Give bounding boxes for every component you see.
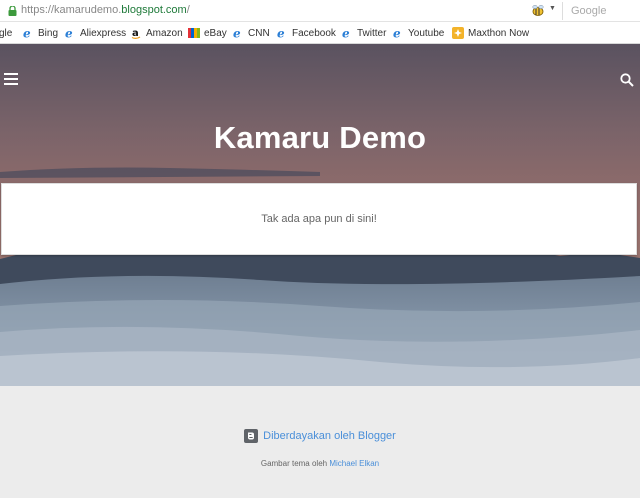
bookmark-aliexpress[interactable]: e Aliexpress	[64, 26, 126, 40]
ie-icon: e	[276, 27, 288, 39]
bookmark-youtube[interactable]: e Youtube	[392, 26, 444, 40]
url-host: blogspot.com	[121, 4, 187, 16]
svg-text:e: e	[65, 27, 73, 39]
bookmark-twitter[interactable]: e Twitter	[341, 26, 386, 40]
url-suffix: /	[186, 4, 190, 16]
bookmark-ebay[interactable]: eBay	[188, 26, 227, 40]
bookmark-label: CNN	[248, 27, 270, 39]
search-engine-box[interactable]: Google	[562, 2, 640, 20]
bookmark-label: Bing	[38, 27, 59, 39]
svg-text:e: e	[233, 27, 241, 39]
maxthon-icon	[452, 27, 464, 39]
chevron-down-icon[interactable]: ▼	[549, 5, 556, 12]
bee-extension-icon[interactable]	[531, 4, 545, 17]
bookmark-amazon[interactable]: a Amazon	[130, 26, 183, 40]
bookmark-label: eBay	[204, 27, 227, 39]
svg-text:e: e	[393, 27, 401, 39]
menu-icon[interactable]	[4, 73, 18, 85]
ie-icon: e	[22, 27, 34, 39]
bookmarks-bar: gle e Bing e Aliexpress a Amazon eBay e …	[0, 22, 640, 44]
theme-credit: Gambar tema oleh Michael Elkan	[0, 459, 640, 468]
bookmark-bing[interactable]: e Bing	[22, 26, 58, 40]
ie-icon: e	[392, 27, 404, 39]
bookmark-maxthon-now[interactable]: Maxthon Now	[452, 26, 529, 40]
bookmark-label: Aliexpress	[80, 27, 127, 39]
url-prefix: https://kamarudemo.	[21, 4, 122, 16]
bookmark-label: Amazon	[146, 27, 183, 39]
footer: Diberdayakan oleh Blogger Gambar tema ol…	[0, 386, 640, 498]
powered-by-link[interactable]: Diberdayakan oleh Blogger	[263, 430, 396, 442]
url-text[interactable]: https://kamarudemo.blogspot.com/	[21, 4, 190, 16]
bookmark-cnn[interactable]: e CNN	[232, 26, 270, 40]
svg-text:e: e	[277, 27, 285, 39]
empty-message: Tak ada apa pun di sini!	[261, 213, 377, 225]
bookmark-facebook[interactable]: e Facebook	[276, 26, 336, 40]
credit-author-link[interactable]: Michael Elkan	[329, 459, 379, 468]
bookmark-label: Facebook	[292, 27, 336, 39]
amazon-icon: a	[130, 27, 142, 39]
bookmark-label: Youtube	[408, 27, 445, 39]
powered-by[interactable]: Diberdayakan oleh Blogger	[0, 429, 640, 443]
bookmark-label: gle	[0, 27, 13, 39]
search-icon[interactable]	[620, 73, 634, 87]
credit-prefix: Gambar tema oleh	[260, 459, 330, 468]
address-bar[interactable]: https://kamarudemo.blogspot.com/ ▼ Googl…	[0, 0, 640, 22]
ie-icon: e	[232, 27, 244, 39]
svg-text:e: e	[342, 27, 350, 39]
ie-icon: e	[341, 27, 353, 39]
blog-title[interactable]: Kamaru Demo	[0, 120, 640, 156]
lock-icon	[8, 6, 17, 16]
search-placeholder: Google	[571, 5, 607, 17]
blogger-icon	[244, 429, 259, 443]
bookmark-label: Maxthon Now	[468, 27, 530, 39]
ie-icon: e	[64, 27, 76, 39]
ebay-icon	[188, 27, 200, 39]
bookmark-google[interactable]: gle	[0, 26, 12, 40]
bookmark-label: Twitter	[357, 27, 387, 39]
svg-text:e: e	[23, 27, 31, 39]
header-hero: Kamaru Demo Tak ada apa pun di sini!	[0, 44, 640, 386]
posts-card: Tak ada apa pun di sini!	[1, 183, 637, 255]
